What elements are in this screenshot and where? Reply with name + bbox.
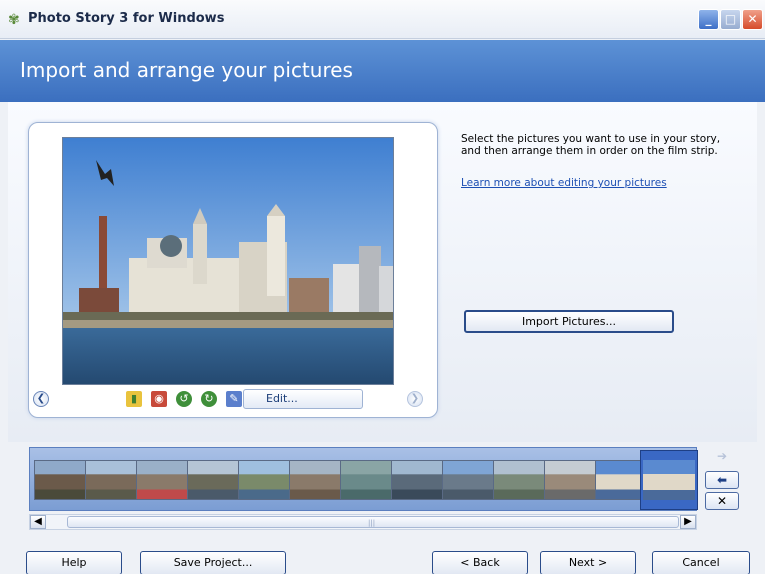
filmstrip-thumbnail[interactable] (493, 460, 545, 500)
filmstrip-thumbnail[interactable] (238, 460, 290, 500)
filmstrip-thumbnail[interactable] (289, 460, 341, 500)
filmstrip-thumbnail[interactable] (442, 460, 494, 500)
instructions-text: Select the pictures you want to use in y… (461, 133, 741, 157)
page-header: Import and arrange your pictures (0, 40, 765, 102)
back-button[interactable]: < Back (432, 551, 528, 574)
save-project-button[interactable]: Save Project... (140, 551, 286, 574)
close-button[interactable]: ✕ (742, 9, 763, 30)
page-title: Import and arrange your pictures (20, 58, 353, 82)
edit-button[interactable]: Edit... (243, 389, 363, 409)
arrow-left-circle-icon[interactable]: ❮ (33, 391, 49, 407)
filmstrip-thumbnail[interactable] (640, 450, 698, 510)
main-content: ❮ ❯ ▮ ◉ ↺ ↻ ✎ Edit... Select the picture… (8, 102, 765, 574)
arrow-right-circle-icon[interactable]: ❯ (407, 391, 423, 407)
edit-pencil-icon: ✎ (226, 391, 242, 407)
photo-story-icon: ✾ (8, 12, 20, 28)
scroll-left-icon[interactable]: ◀ (30, 515, 46, 529)
auto-color-correct-icon[interactable]: ▮ (126, 391, 142, 407)
help-button[interactable]: Help (26, 551, 122, 574)
move-left-arrow-icon[interactable]: ⬅ (705, 471, 739, 489)
remove-picture-icon[interactable]: ✕ (705, 492, 739, 510)
photo-preview (62, 137, 394, 385)
scroll-right-icon[interactable]: ▶ (680, 515, 696, 529)
cancel-button[interactable]: Cancel (652, 551, 750, 574)
minimize-button[interactable]: _ (698, 9, 719, 30)
filmstrip-thumbnail[interactable] (85, 460, 137, 500)
window-title: Photo Story 3 for Windows (28, 11, 225, 26)
move-right-arrow-icon: ➔ (716, 449, 728, 463)
next-button[interactable]: Next > (540, 551, 636, 574)
edit-button-label: Edit... (266, 392, 298, 405)
filmstrip-scrollbar[interactable]: ◀ ||| ▶ (29, 514, 697, 530)
filmstrip-thumbnail[interactable] (136, 460, 188, 500)
scrollbar-thumb[interactable]: ||| (67, 516, 679, 528)
rotate-left-icon[interactable]: ↺ (176, 391, 192, 407)
rotate-right-icon[interactable]: ↻ (201, 391, 217, 407)
scrollbar-grip-icon: ||| (368, 519, 376, 527)
filmstrip-thumbnail[interactable] (187, 460, 239, 500)
filmstrip-thumbnail[interactable] (391, 460, 443, 500)
photo-preview-card: ❮ ❯ ▮ ◉ ↺ ↻ ✎ Edit... (28, 122, 438, 418)
filmstrip-thumbnail[interactable] (34, 460, 86, 500)
remove-red-eye-icon[interactable]: ◉ (151, 391, 167, 407)
instructions-line-2: and then arrange them in order on the fi… (461, 145, 718, 157)
instructions-line-1: Select the pictures you want to use in y… (461, 133, 721, 145)
import-pictures-button[interactable]: Import Pictures... (464, 310, 674, 333)
film-strip[interactable] (29, 447, 698, 511)
filmstrip-thumbnail[interactable] (544, 460, 596, 500)
maximize-button[interactable]: □ (720, 9, 741, 30)
title-bar: ✾ Photo Story 3 for Windows _ □ ✕ (0, 0, 765, 39)
filmstrip-thumbnail[interactable] (340, 460, 392, 500)
learn-more-link[interactable]: Learn more about editing your pictures (461, 177, 667, 189)
